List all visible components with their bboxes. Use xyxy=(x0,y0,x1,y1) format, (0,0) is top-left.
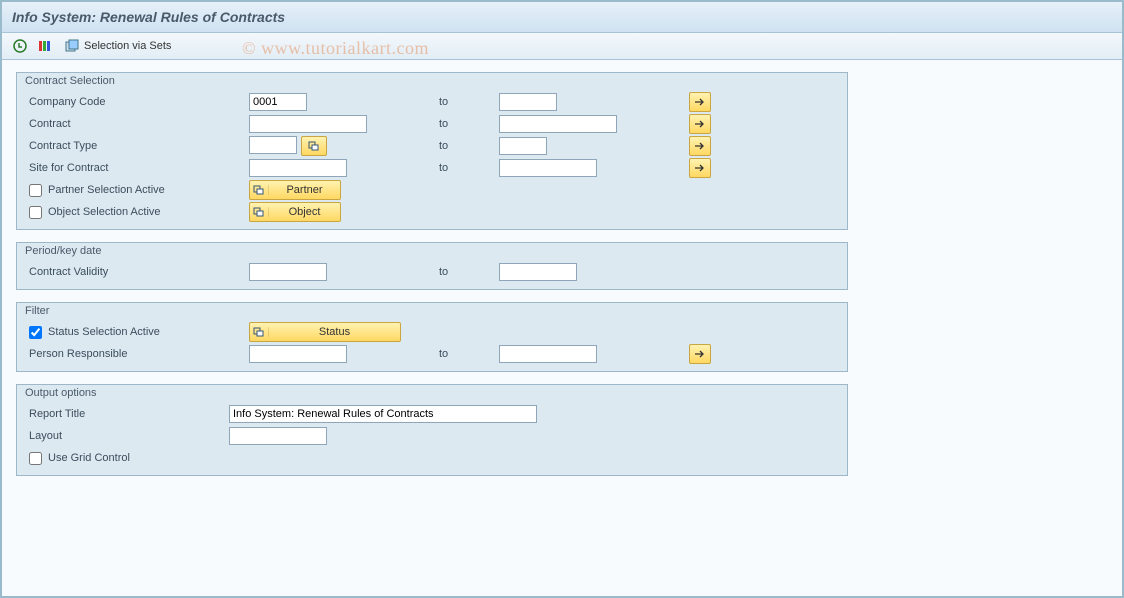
layout-input[interactable] xyxy=(229,427,327,445)
row-contract: Contract to xyxy=(29,113,839,135)
label-object-selection: Object Selection Active xyxy=(48,206,161,218)
label-person: Person Responsible xyxy=(29,348,249,360)
expand-icon xyxy=(250,327,269,337)
row-layout: Layout xyxy=(29,425,839,447)
selection-via-sets-label: Selection via Sets xyxy=(84,40,171,52)
row-contract-type: Contract Type to xyxy=(29,135,839,157)
company-code-from-input[interactable] xyxy=(249,93,307,111)
person-multi-button[interactable] xyxy=(689,344,711,364)
row-object-selection: Object Selection Active Object xyxy=(29,201,839,223)
to-label: to xyxy=(379,118,499,130)
label-contract-type: Contract Type xyxy=(29,140,249,152)
body: Contract Selection Company Code to Contr… xyxy=(2,60,1122,500)
expand-icon xyxy=(250,185,269,195)
status-selection-checkbox[interactable] xyxy=(29,326,42,339)
site-from-input[interactable] xyxy=(249,159,347,177)
contract-to-input[interactable] xyxy=(499,115,617,133)
label-grid: Use Grid Control xyxy=(48,452,130,464)
site-to-input[interactable] xyxy=(499,159,597,177)
group-title: Output options xyxy=(17,385,847,403)
row-grid: Use Grid Control xyxy=(29,447,839,469)
label-layout: Layout xyxy=(29,430,229,442)
object-button-label: Object xyxy=(269,206,340,218)
partner-button[interactable]: Partner xyxy=(249,180,341,200)
partner-button-label: Partner xyxy=(269,184,340,196)
group-period: Period/key date Contract Validity to xyxy=(16,242,848,290)
row-report-title: Report Title xyxy=(29,403,839,425)
label-contract: Contract xyxy=(29,118,249,130)
report-title-input[interactable] xyxy=(229,405,537,423)
to-label: to xyxy=(379,348,499,360)
titlebar: Info System: Renewal Rules of Contracts xyxy=(2,2,1122,33)
toolbar: Selection via Sets xyxy=(2,33,1122,60)
grid-checkbox[interactable] xyxy=(29,452,42,465)
group-title: Contract Selection xyxy=(17,73,847,91)
company-code-multi-button[interactable] xyxy=(689,92,711,112)
contract-type-from-input[interactable] xyxy=(249,136,297,154)
to-label: to xyxy=(379,96,499,108)
sap-window: Info System: Renewal Rules of Contracts … xyxy=(0,0,1124,598)
partner-selection-checkbox[interactable] xyxy=(29,184,42,197)
row-site: Site for Contract to xyxy=(29,157,839,179)
expand-icon xyxy=(250,207,269,217)
contract-type-to-input[interactable] xyxy=(499,137,547,155)
group-filter: Filter Status Selection Active Status Pe… xyxy=(16,302,848,372)
validity-from-input[interactable] xyxy=(249,263,327,281)
group-title: Period/key date xyxy=(17,243,847,261)
label-partner-selection: Partner Selection Active xyxy=(48,184,165,196)
variant-icon[interactable] xyxy=(36,38,52,54)
status-button[interactable]: Status xyxy=(249,322,401,342)
contract-type-multi-button[interactable] xyxy=(689,136,711,156)
company-code-to-input[interactable] xyxy=(499,93,557,111)
page-title: Info System: Renewal Rules of Contracts xyxy=(12,9,285,25)
label-report-title: Report Title xyxy=(29,408,229,420)
group-output: Output options Report Title Layout Use G… xyxy=(16,384,848,476)
object-button[interactable]: Object xyxy=(249,202,341,222)
label-status-selection: Status Selection Active xyxy=(48,326,160,338)
selection-via-sets-button[interactable]: Selection via Sets xyxy=(60,37,175,55)
contract-multi-button[interactable] xyxy=(689,114,711,134)
row-person: Person Responsible to xyxy=(29,343,839,365)
to-label: to xyxy=(379,162,499,174)
status-button-label: Status xyxy=(269,326,400,338)
to-label: to xyxy=(379,266,499,278)
person-to-input[interactable] xyxy=(499,345,597,363)
group-title: Filter xyxy=(17,303,847,321)
validity-to-input[interactable] xyxy=(499,263,577,281)
contract-type-f4-button[interactable] xyxy=(301,136,327,156)
label-validity: Contract Validity xyxy=(29,266,249,278)
row-partner-selection: Partner Selection Active Partner xyxy=(29,179,839,201)
row-company-code: Company Code to xyxy=(29,91,839,113)
execute-icon[interactable] xyxy=(12,38,28,54)
sets-icon xyxy=(64,38,80,54)
object-selection-checkbox[interactable] xyxy=(29,206,42,219)
to-label: to xyxy=(379,140,499,152)
row-status-selection: Status Selection Active Status xyxy=(29,321,839,343)
label-company-code: Company Code xyxy=(29,96,249,108)
site-multi-button[interactable] xyxy=(689,158,711,178)
group-contract-selection: Contract Selection Company Code to Contr… xyxy=(16,72,848,230)
contract-from-input[interactable] xyxy=(249,115,367,133)
row-validity: Contract Validity to xyxy=(29,261,839,283)
person-from-input[interactable] xyxy=(249,345,347,363)
label-site: Site for Contract xyxy=(29,162,249,174)
